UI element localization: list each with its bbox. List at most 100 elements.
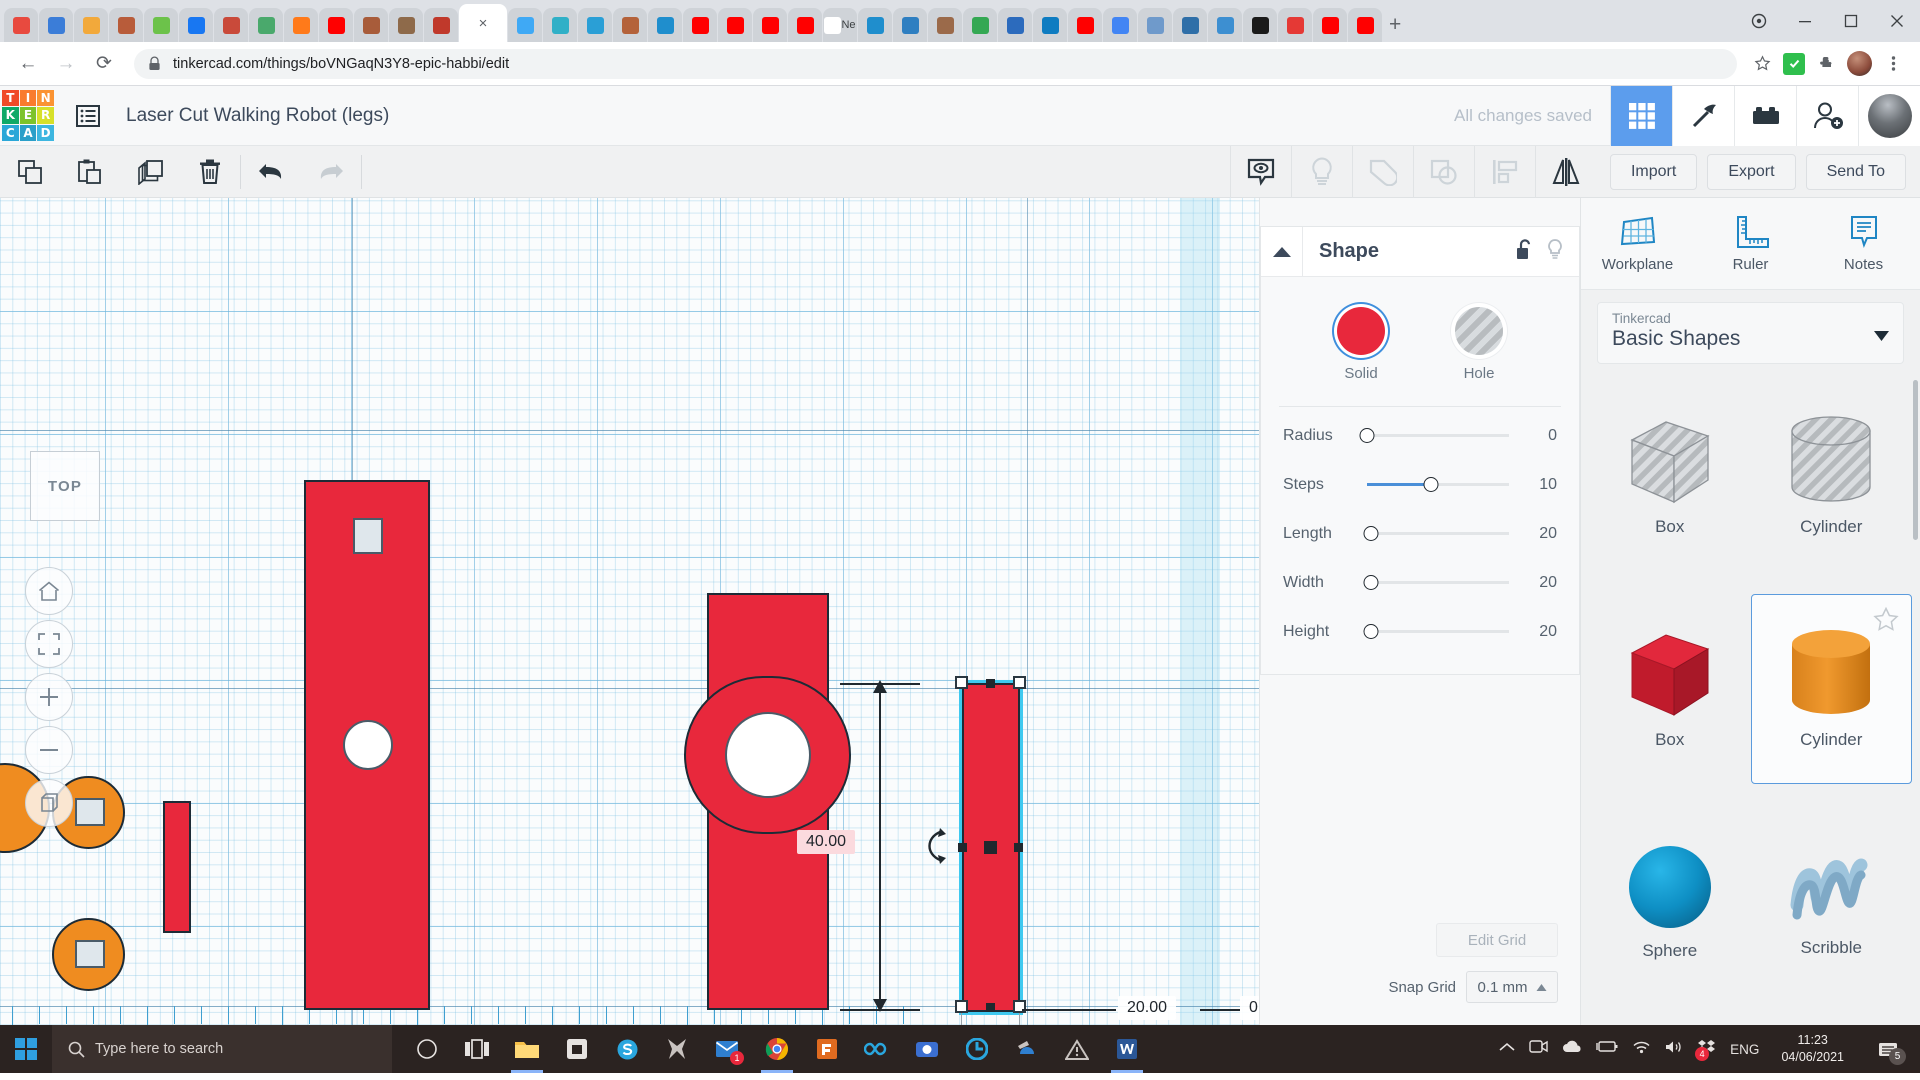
hole-swatch[interactable]: [1455, 307, 1503, 355]
cura-icon[interactable]: [952, 1025, 1002, 1073]
resize-handle-bottom[interactable]: [986, 1003, 995, 1012]
shape-tile-cylinder-orange[interactable]: Cylinder: [1750, 593, 1912, 784]
shape-tile-cylinder-hole[interactable]: Cylinder: [1751, 380, 1913, 570]
page-title[interactable]: Laser Cut Walking Robot (legs): [126, 105, 389, 127]
browser-tab[interactable]: [1103, 8, 1137, 42]
copy-icon[interactable]: [0, 146, 60, 198]
resize-handle-tl[interactable]: [955, 676, 968, 689]
resize-handle-top[interactable]: [986, 679, 995, 688]
back-arrow-icon[interactable]: ←: [12, 48, 44, 80]
clock[interactable]: 11:23 04/06/2021: [1773, 1032, 1852, 1066]
browser-tab[interactable]: Ne: [823, 8, 857, 42]
browser-tab[interactable]: [648, 8, 682, 42]
project-menu-icon[interactable]: [68, 96, 108, 136]
note-eye-icon[interactable]: [1229, 145, 1291, 198]
wifi-icon[interactable]: [1632, 1040, 1651, 1059]
browser-tab[interactable]: [284, 8, 318, 42]
extension-puzzle-icon[interactable]: [1815, 53, 1837, 75]
slider-knob[interactable]: [1363, 526, 1379, 541]
minimize-icon[interactable]: [1782, 0, 1828, 42]
task-view-icon[interactable]: [452, 1025, 502, 1073]
edit-grid-button[interactable]: Edit Grid: [1436, 923, 1558, 957]
blocks-grid-icon[interactable]: [1610, 85, 1672, 146]
maximize-icon[interactable]: [1828, 0, 1874, 42]
z-dimension-label[interactable]: 20.00: [1118, 996, 1177, 1020]
browser-tab[interactable]: [613, 8, 647, 42]
blender-icon[interactable]: [1002, 1025, 1052, 1073]
microsoft-store-icon[interactable]: [552, 1025, 602, 1073]
collapse-caret-icon[interactable]: [1261, 226, 1303, 277]
browser-tab[interactable]: [1313, 8, 1347, 42]
address-bar[interactable]: tinkercad.com/things/boVNGaqN3Y8-epic-ha…: [134, 48, 1737, 79]
search-input[interactable]: Type here to search: [52, 1025, 392, 1073]
dropbox-icon[interactable]: 4: [1695, 1039, 1716, 1061]
skype-icon[interactable]: [602, 1025, 652, 1073]
paste-icon[interactable]: [60, 146, 120, 198]
slider-value[interactable]: 20: [1517, 574, 1557, 592]
word-icon[interactable]: [1102, 1025, 1152, 1073]
add-person-icon[interactable]: [1796, 85, 1858, 146]
slider-value[interactable]: 20: [1517, 623, 1557, 641]
volume-icon[interactable]: [1665, 1040, 1683, 1059]
browser-tab[interactable]: [1278, 8, 1312, 42]
drive-triangle-icon[interactable]: [1052, 1025, 1102, 1073]
resize-handle-right[interactable]: [1014, 843, 1023, 852]
extension-check-icon[interactable]: [1783, 52, 1805, 75]
browser-tab[interactable]: [753, 8, 787, 42]
shape-tile-box-red[interactable]: Box: [1589, 594, 1751, 784]
hole-option[interactable]: Hole: [1455, 307, 1503, 382]
redo-icon[interactable]: [301, 146, 361, 198]
mirror-flip-icon[interactable]: [1534, 145, 1596, 198]
resize-handle-bl[interactable]: [955, 1000, 968, 1013]
cortana-circle-icon[interactable]: [402, 1025, 452, 1073]
forward-arrow-icon[interactable]: →: [50, 48, 82, 80]
window-close-icon[interactable]: [1874, 0, 1920, 42]
solid-swatch[interactable]: [1337, 307, 1385, 355]
lightbulb-icon[interactable]: [1290, 145, 1352, 198]
zoom-in-icon[interactable]: [25, 673, 73, 721]
file-explorer-icon[interactable]: [502, 1025, 552, 1073]
height-dimension-label[interactable]: 40.00: [797, 830, 856, 854]
browser-tab[interactable]: [249, 8, 283, 42]
zoom-out-icon[interactable]: [25, 726, 73, 774]
ungroup-icon[interactable]: [1412, 145, 1474, 198]
slider-track[interactable]: [1363, 575, 1509, 590]
browser-tab[interactable]: [683, 8, 717, 42]
browser-menu-icon[interactable]: [1882, 53, 1904, 75]
resize-handle-left[interactable]: [958, 843, 967, 852]
export-button[interactable]: Export: [1707, 153, 1796, 190]
shape-collection-select[interactable]: Tinkercad Basic Shapes: [1597, 302, 1904, 364]
avatar[interactable]: [1858, 85, 1920, 146]
browser-tab[interactable]: [893, 8, 927, 42]
browser-tab[interactable]: [928, 8, 962, 42]
tab-close-icon[interactable]: ×: [479, 15, 488, 32]
send-to-button[interactable]: Send To: [1805, 153, 1906, 190]
workplane-tool[interactable]: Workplane: [1581, 198, 1694, 289]
browser-tab[interactable]: [508, 8, 542, 42]
browser-tab[interactable]: [389, 8, 423, 42]
slider-value[interactable]: 20: [1517, 525, 1557, 543]
height-handle[interactable]: [984, 841, 997, 854]
group-icon[interactable]: [1351, 145, 1413, 198]
window-more-icon[interactable]: [1736, 0, 1782, 42]
browser-tab[interactable]: [319, 8, 353, 42]
predator-sense-icon[interactable]: [652, 1025, 702, 1073]
slider-knob[interactable]: [1363, 575, 1379, 590]
resize-handle-br[interactable]: [1013, 1000, 1026, 1013]
tinkercad-infinity-icon[interactable]: [852, 1025, 902, 1073]
rotate-handle-icon[interactable]: [920, 828, 948, 869]
slider-knob[interactable]: [1359, 428, 1375, 443]
mail-icon[interactable]: 1: [702, 1025, 752, 1073]
show-hidden-icons-chevron[interactable]: [1499, 1040, 1515, 1058]
solid-option[interactable]: Solid: [1337, 307, 1385, 382]
part-red-bar-small[interactable]: [163, 801, 191, 933]
browser-tab[interactable]: [1033, 8, 1067, 42]
browser-tab[interactable]: [718, 8, 752, 42]
fusion360-icon[interactable]: [802, 1025, 852, 1073]
slider-track[interactable]: [1363, 624, 1509, 639]
shape-tile-scribble[interactable]: Scribble: [1751, 807, 1913, 997]
snap-grid-select[interactable]: 0.1 mm: [1466, 971, 1558, 1003]
slider-value[interactable]: 10: [1517, 476, 1557, 494]
slider-knob[interactable]: [1363, 624, 1379, 639]
browser-tab[interactable]: [963, 8, 997, 42]
